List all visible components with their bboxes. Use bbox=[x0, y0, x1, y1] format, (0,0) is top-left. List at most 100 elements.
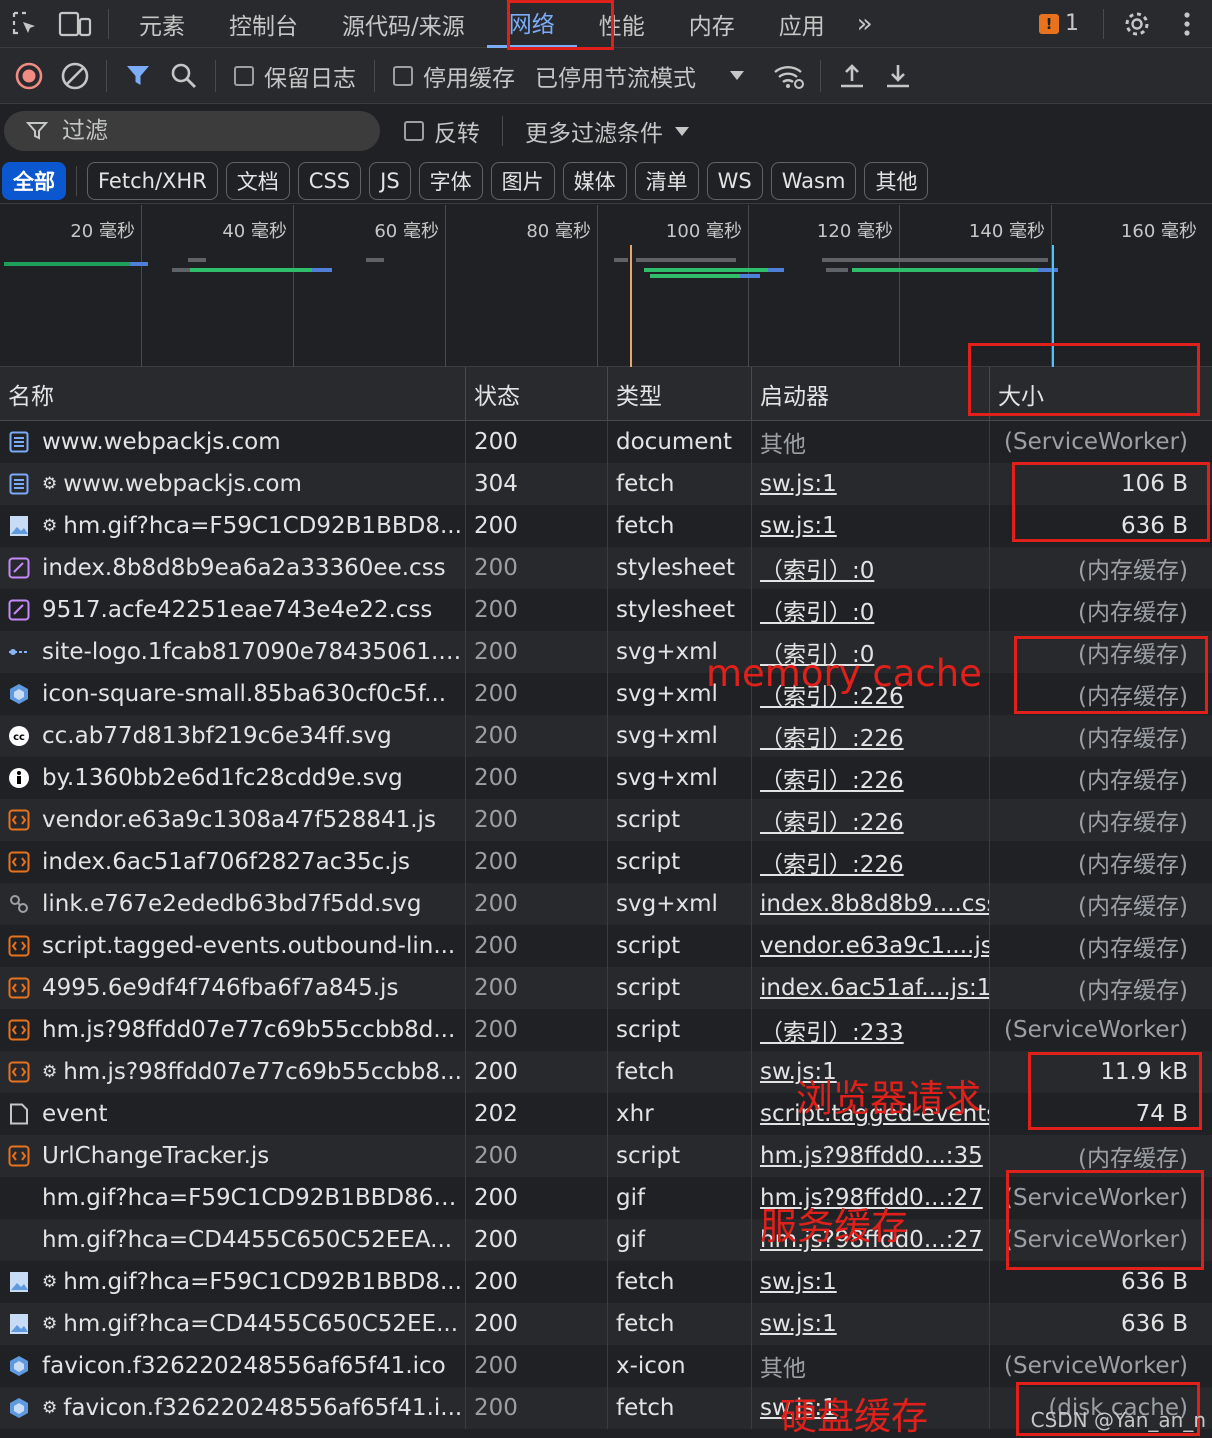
tab-elements[interactable]: 元素 bbox=[117, 0, 207, 48]
table-row[interactable]: 9517.acfe42251eae743e4e22.css 200 styleshe… bbox=[0, 589, 1212, 631]
table-row[interactable]: favicon.f326220248556af65f41.ico 200 x-ico… bbox=[0, 1345, 1212, 1387]
more-filters-dropdown[interactable]: 更多过滤条件 bbox=[515, 114, 699, 148]
preserve-log-checkbox[interactable]: 保留日志 bbox=[224, 59, 366, 93]
column-header-type[interactable]: 类型 bbox=[608, 367, 752, 421]
kebab-menu-icon[interactable] bbox=[1162, 0, 1212, 48]
request-name-cell[interactable]: UrlChangeTracker.js bbox=[0, 1135, 466, 1177]
request-name-cell[interactable]: ⚙ hm.js?98ffdd07e77c69b55ccbb8... bbox=[0, 1051, 466, 1093]
disable-cache-label: 停用缓存 bbox=[423, 65, 515, 92]
column-header-name[interactable]: 名称 bbox=[0, 367, 466, 421]
table-row[interactable]: link.e767e2ededb63bd7f5dd.svg 200 svg+xml i… bbox=[0, 883, 1212, 925]
filter-input[interactable] bbox=[62, 118, 342, 144]
invert-checkbox[interactable]: 反转 bbox=[394, 114, 490, 148]
initiator-cell[interactable]: （索引）:226 bbox=[752, 715, 990, 757]
request-name-cell[interactable]: 9517.acfe42251eae743e4e22.css bbox=[0, 589, 466, 631]
clear-icon[interactable] bbox=[52, 48, 98, 104]
initiator-cell[interactable]: hm.js?98ffdd0...:35 bbox=[752, 1135, 990, 1177]
initiator-cell[interactable]: sw.js:1 bbox=[752, 505, 990, 547]
checkbox-box[interactable] bbox=[393, 65, 413, 86]
network-conditions-icon[interactable] bbox=[766, 48, 812, 104]
chip-js[interactable]: JS bbox=[369, 161, 411, 200]
request-name-cell[interactable]: cc cc.ab77d813bf219c6e34ff.svg bbox=[0, 715, 466, 757]
gear-icon[interactable] bbox=[1112, 0, 1162, 48]
initiator-cell[interactable]: （索引）:226 bbox=[752, 757, 990, 799]
export-har-icon[interactable] bbox=[875, 48, 921, 104]
request-name-cell[interactable]: ⚙ hm.gif?hca=F59C1CD92B1BBD8... bbox=[0, 505, 466, 547]
table-row[interactable]: script.tagged-events.outbound-lin... 200 s… bbox=[0, 925, 1212, 967]
chip-doc[interactable]: 文档 bbox=[225, 161, 290, 200]
table-row[interactable]: ⚙ hm.gif?hca=CD4455C650C52EE... 200 fetch sw… bbox=[0, 1303, 1212, 1345]
tab-console[interactable]: 控制台 bbox=[207, 0, 320, 48]
chip-manifest[interactable]: 清单 bbox=[634, 161, 699, 200]
request-name-cell[interactable]: index.8b8d8b9ea6a2a33360ee.css bbox=[0, 547, 466, 589]
request-name-cell[interactable]: 4995.6e9df4f746fba6f7a845.js bbox=[0, 967, 466, 1009]
request-name-cell[interactable]: favicon.f326220248556af65f41.ico bbox=[0, 1345, 466, 1387]
import-har-icon[interactable] bbox=[829, 48, 875, 104]
inspect-element-icon[interactable] bbox=[0, 0, 50, 48]
search-icon[interactable] bbox=[161, 48, 207, 104]
initiator-cell[interactable]: （索引）:226 bbox=[752, 799, 990, 841]
checkbox-box[interactable] bbox=[234, 65, 254, 86]
table-row[interactable]: hm.js?98ffdd07e77c69b55ccbb8d... 200 scrip… bbox=[0, 1009, 1212, 1051]
chip-img[interactable]: 图片 bbox=[490, 161, 555, 200]
table-row[interactable]: www.webpackjs.com 200 document 其他 (ServiceWo… bbox=[0, 421, 1212, 463]
tab-memory[interactable]: 内存 bbox=[667, 0, 757, 48]
annotation-box-size-header bbox=[968, 343, 1200, 416]
filter-box[interactable] bbox=[4, 111, 380, 151]
request-name-cell[interactable]: hm.gif?hca=F59C1CD92B1BBD86&... bbox=[0, 1177, 466, 1219]
initiator-cell[interactable]: （索引）:233 bbox=[752, 1009, 990, 1051]
request-name-cell[interactable]: icon-square-small.85ba630cf0c5f... bbox=[0, 673, 466, 715]
request-name-cell[interactable]: site-logo.1fcab817090e78435061.s... bbox=[0, 631, 466, 673]
chip-wasm[interactable]: Wasm bbox=[770, 161, 857, 200]
stop-recording-icon[interactable] bbox=[6, 48, 52, 104]
request-name-cell[interactable]: script.tagged-events.outbound-lin... bbox=[0, 925, 466, 967]
chip-css[interactable]: CSS bbox=[297, 161, 362, 200]
request-name-cell[interactable]: ⚙ hm.gif?hca=CD4455C650C52EE... bbox=[0, 1303, 466, 1345]
request-name-cell[interactable]: event bbox=[0, 1093, 466, 1135]
checkbox-box[interactable] bbox=[404, 121, 424, 141]
request-name-cell[interactable]: ⚙ hm.gif?hca=F59C1CD92B1BBD8... bbox=[0, 1261, 466, 1303]
chip-other[interactable]: 其他 bbox=[864, 161, 929, 200]
request-name-cell[interactable]: www.webpackjs.com bbox=[0, 421, 466, 463]
chip-media[interactable]: 媒体 bbox=[562, 161, 627, 200]
initiator-cell[interactable]: （索引）:226 bbox=[752, 841, 990, 883]
table-row[interactable]: 4995.6e9df4f746fba6f7a845.js 200 script ind… bbox=[0, 967, 1212, 1009]
initiator-cell[interactable]: sw.js:1 bbox=[752, 1261, 990, 1303]
request-name-cell[interactable]: index.6ac51af706f2827ac35c.js bbox=[0, 841, 466, 883]
status-cell: 202 bbox=[466, 1093, 608, 1135]
chip-font[interactable]: 字体 bbox=[418, 161, 483, 200]
request-name-cell[interactable]: link.e767e2ededb63bd7f5dd.svg bbox=[0, 883, 466, 925]
chip-fetch-xhr[interactable]: Fetch/XHR bbox=[87, 161, 218, 200]
chip-all[interactable]: 全部 bbox=[2, 161, 66, 200]
issues-counter[interactable]: ! 1 bbox=[1023, 11, 1095, 36]
initiator-cell[interactable]: （索引）:0 bbox=[752, 547, 990, 589]
chip-ws[interactable]: WS bbox=[706, 161, 763, 200]
table-row[interactable]: vendor.e63a9c1308a47f528841.js 200 script （… bbox=[0, 799, 1212, 841]
column-header-status[interactable]: 状态 bbox=[466, 367, 608, 421]
tab-sources[interactable]: 源代码/来源 bbox=[320, 0, 487, 48]
tab-application[interactable]: 应用 bbox=[757, 0, 847, 48]
request-name-cell[interactable]: hm.js?98ffdd07e77c69b55ccbb8d... bbox=[0, 1009, 466, 1051]
disable-cache-checkbox[interactable]: 停用缓存 bbox=[383, 59, 525, 93]
initiator-cell[interactable]: sw.js:1 bbox=[752, 463, 990, 505]
table-row[interactable]: index.6ac51af706f2827ac35c.js 200 script （索… bbox=[0, 841, 1212, 883]
request-name-cell[interactable]: hm.gif?hca=CD4455C650C52EEA... bbox=[0, 1219, 466, 1261]
table-row[interactable]: index.8b8d8b9ea6a2a33360ee.css 200 stylesh… bbox=[0, 547, 1212, 589]
request-name-cell[interactable]: vendor.e63a9c1308a47f528841.js bbox=[0, 799, 466, 841]
initiator-cell[interactable]: index.6ac51af....js:1 bbox=[752, 967, 990, 1009]
request-name-cell[interactable]: ⚙ favicon.f326220248556af65f41.i... bbox=[0, 1387, 466, 1429]
table-row[interactable]: by.1360bb2e6d1fc28cdd9e.svg 200 svg+xml （索引… bbox=[0, 757, 1212, 799]
initiator-cell[interactable]: vendor.e63a9c1....js bbox=[752, 925, 990, 967]
filter-icon[interactable] bbox=[115, 48, 161, 104]
initiator-cell[interactable]: index.8b8d8b9....css bbox=[752, 883, 990, 925]
request-name-cell[interactable]: ⚙ www.webpackjs.com bbox=[0, 463, 466, 505]
initiator-cell[interactable]: （索引）:0 bbox=[752, 589, 990, 631]
request-name-cell[interactable]: by.1360bb2e6d1fc28cdd9e.svg bbox=[0, 757, 466, 799]
initiator-cell[interactable]: sw.js:1 bbox=[752, 1303, 990, 1345]
column-header-initiator[interactable]: 启动器 bbox=[752, 367, 990, 421]
table-row[interactable]: cc cc.ab77d813bf219c6e34ff.svg 200 svg+xml （… bbox=[0, 715, 1212, 757]
throttling-dropdown[interactable]: 已停用节流模式 bbox=[525, 59, 754, 93]
more-tabs-chevron-icon[interactable]: » bbox=[847, 9, 883, 39]
timeline-bar bbox=[1038, 268, 1058, 272]
device-toolbar-icon[interactable] bbox=[50, 0, 100, 48]
